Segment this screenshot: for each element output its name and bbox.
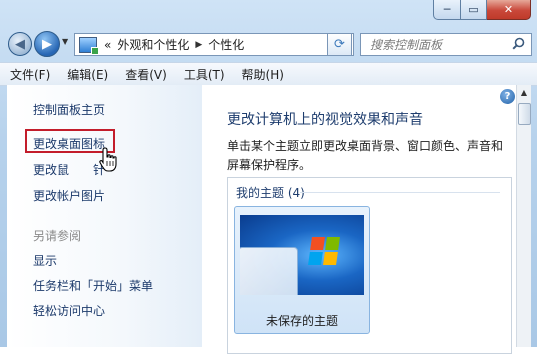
scroll-up-icon[interactable]: ▲ (517, 85, 531, 99)
refresh-button[interactable]: ⟳ (327, 33, 352, 56)
menu-tools[interactable]: 工具(T) (177, 66, 232, 83)
breadcrumb-separator-icon[interactable]: ▶ (192, 40, 205, 50)
title-bar: ─ ▭ ✕ (0, 0, 537, 28)
ease-of-access-link[interactable]: 轻松访问中心 (33, 302, 105, 319)
theme-list: 我的主题 (4) 未保存的主题 (227, 177, 512, 354)
page-title: 更改计算机上的视觉效果和声音 (227, 112, 423, 128)
maximize-button[interactable]: ▭ (461, 0, 487, 20)
change-mouse-pointer-label-start: 更改鼠 (33, 163, 70, 177)
main-pane: ? 更改计算机上的视觉效果和声音 单击某个主题立即更改桌面背景、窗口颜色、声音和… (202, 85, 516, 354)
search-icon[interactable] (512, 37, 525, 54)
caption-buttons: ─ ▭ ✕ (433, 0, 531, 20)
window-color-preview (240, 247, 298, 295)
breadcrumb-appearance[interactable]: 外观和个性化 (114, 36, 192, 53)
content-area: 控制面板主页 更改桌面图标 更改鼠针 更改帐户图片 另请参阅 显示 任务栏和「开… (7, 85, 531, 354)
vertical-scrollbar[interactable]: ▲ (516, 85, 531, 347)
logo-blue (308, 252, 323, 265)
theme-item-unsaved[interactable]: 未保存的主题 (234, 206, 370, 334)
windows-logo-icon (308, 237, 340, 265)
change-mouse-pointer-link[interactable]: 更改鼠针 (33, 161, 105, 178)
search-box[interactable] (360, 33, 532, 56)
help-icon[interactable]: ? (500, 89, 515, 104)
menu-view[interactable]: 查看(V) (118, 66, 174, 83)
address-overflow[interactable]: « (101, 38, 114, 52)
logo-red (310, 237, 325, 250)
menu-file[interactable]: 文件(F) (3, 66, 57, 83)
change-account-picture-link[interactable]: 更改帐户图片 (33, 187, 105, 204)
logo-green (325, 237, 340, 250)
see-also-heading: 另请参阅 (33, 229, 82, 243)
left-navigation-pane: 控制面板主页 更改桌面图标 更改鼠针 更改帐户图片 另请参阅 显示 任务栏和「开… (7, 85, 202, 347)
control-panel-home-link[interactable]: 控制面板主页 (33, 101, 105, 118)
theme-preview (240, 215, 364, 295)
logo-yellow (323, 252, 338, 265)
menu-help[interactable]: 帮助(H) (235, 66, 291, 83)
forward-button[interactable]: ▶ (34, 31, 60, 57)
navigation-bar: ◀ ▶ ▼ « 外观和个性化 ▶ 个性化 ▼ ⟳ (0, 28, 537, 61)
window-frame: ─ ▭ ✕ ◀ ▶ ▼ « 外观和个性化 ▶ 个性化 ▼ ⟳ 文件(F) 编辑(… (0, 0, 537, 354)
page-description: 单击某个主题立即更改桌面背景、窗口颜色、声音和屏幕保护程序。 (227, 139, 504, 172)
my-themes-heading: 我的主题 (4) (236, 186, 305, 200)
theme-name: 未保存的主题 (265, 314, 338, 328)
back-button[interactable]: ◀ (8, 32, 32, 56)
group-divider (300, 192, 500, 193)
recent-pages-dropdown[interactable]: ▼ (62, 37, 68, 46)
menu-bar: 文件(F) 编辑(E) 查看(V) 工具(T) 帮助(H) (0, 62, 537, 86)
scroll-thumb[interactable] (518, 103, 531, 125)
taskbar-start-menu-link[interactable]: 任务栏和「开始」菜单 (33, 277, 153, 294)
breadcrumb-personalization[interactable]: 个性化 (205, 36, 247, 53)
change-desktop-icons-link[interactable]: 更改桌面图标 (33, 135, 105, 152)
menu-edit[interactable]: 编辑(E) (60, 66, 115, 83)
search-input[interactable] (368, 36, 512, 53)
minimize-button[interactable]: ─ (433, 0, 461, 20)
control-panel-icon (79, 36, 99, 55)
hand-cursor-icon (99, 147, 119, 173)
close-button[interactable]: ✕ (487, 0, 531, 20)
display-link[interactable]: 显示 (33, 252, 57, 269)
address-bar[interactable]: « 外观和个性化 ▶ 个性化 ▼ (74, 33, 354, 56)
